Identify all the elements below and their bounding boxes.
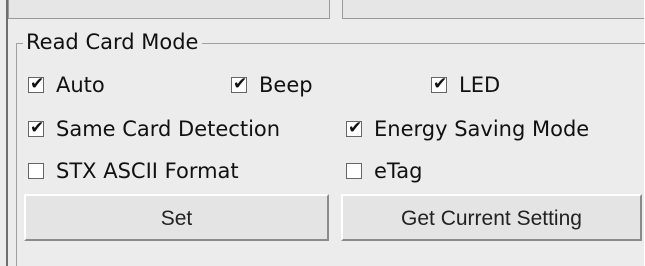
auto-label: Auto bbox=[56, 73, 105, 97]
etag-checkbox-option[interactable]: eTag bbox=[346, 157, 422, 185]
beep-label: Beep bbox=[259, 73, 313, 97]
top-right-control-edge bbox=[342, 0, 645, 19]
beep-checkbox-option[interactable]: ✔ Beep bbox=[231, 71, 313, 99]
check-mark-icon: ✔ bbox=[30, 74, 45, 94]
same-card-detection-label: Same Card Detection bbox=[56, 117, 281, 141]
set-button[interactable]: Set bbox=[24, 194, 329, 241]
etag-checkbox[interactable] bbox=[346, 163, 362, 179]
led-checkbox-option[interactable]: ✔ LED bbox=[431, 71, 500, 99]
check-mark-icon: ✔ bbox=[348, 118, 363, 138]
check-mark-icon: ✔ bbox=[433, 74, 448, 94]
energy-saving-mode-checkbox-option[interactable]: ✔ Energy Saving Mode bbox=[346, 115, 589, 143]
check-mark-icon: ✔ bbox=[30, 118, 45, 138]
top-left-control-edge bbox=[8, 0, 330, 19]
stx-ascii-format-checkbox[interactable] bbox=[28, 163, 44, 179]
etag-label: eTag bbox=[374, 159, 423, 183]
same-card-detection-checkbox[interactable]: ✔ bbox=[28, 118, 45, 138]
energy-saving-mode-checkbox[interactable]: ✔ bbox=[346, 118, 363, 138]
same-card-detection-checkbox-option[interactable]: ✔ Same Card Detection bbox=[28, 115, 280, 143]
led-checkbox[interactable]: ✔ bbox=[431, 74, 448, 94]
read-card-mode-panel: Read Card Mode ✔ Auto ✔ Beep ✔ LED ✔ Sam… bbox=[0, 0, 645, 266]
outer-left-border bbox=[6, 0, 8, 266]
beep-checkbox[interactable]: ✔ bbox=[231, 74, 248, 94]
auto-checkbox-option[interactable]: ✔ Auto bbox=[28, 71, 105, 99]
energy-saving-mode-label: Energy Saving Mode bbox=[374, 117, 590, 141]
get-current-setting-button[interactable]: Get Current Setting bbox=[341, 194, 642, 241]
led-label: LED bbox=[459, 73, 501, 97]
group-title: Read Card Mode bbox=[23, 28, 203, 56]
auto-checkbox[interactable]: ✔ bbox=[28, 74, 45, 94]
stx-ascii-format-label: STX ASCII Format bbox=[56, 159, 239, 183]
stx-ascii-format-checkbox-option[interactable]: STX ASCII Format bbox=[28, 157, 239, 185]
check-mark-icon: ✔ bbox=[233, 74, 248, 94]
